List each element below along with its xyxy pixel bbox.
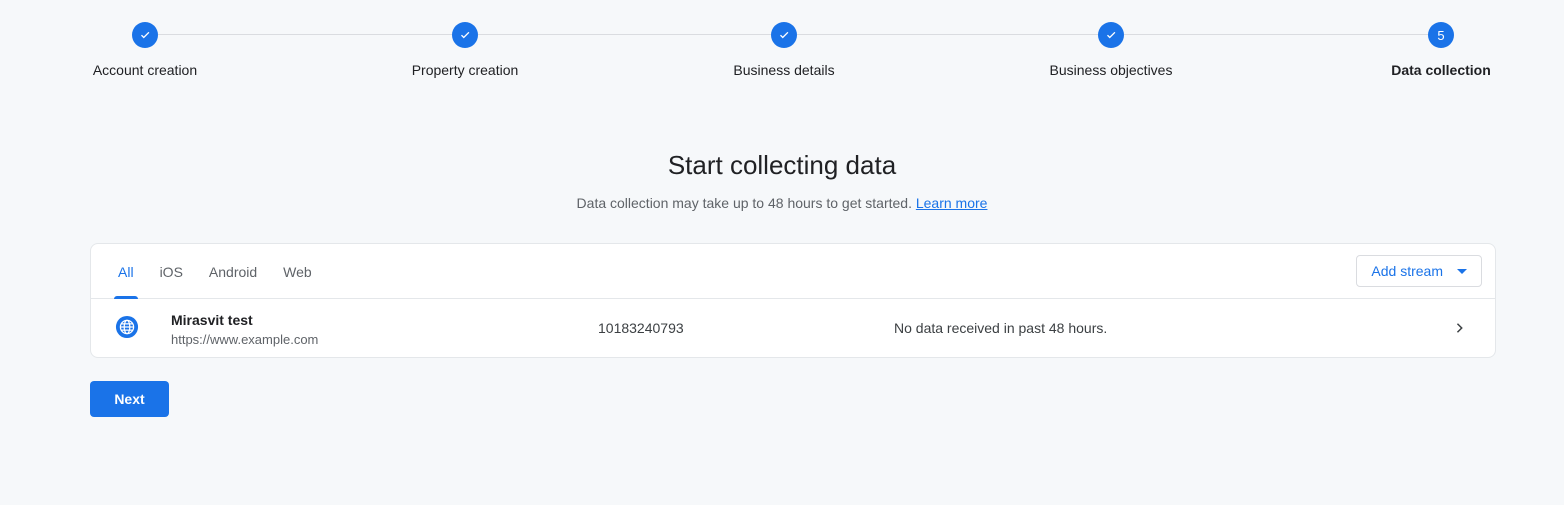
tab-web-label: Web bbox=[283, 263, 312, 280]
tab-android-label: Android bbox=[208, 263, 258, 280]
check-icon bbox=[460, 31, 469, 38]
check-icon bbox=[1106, 31, 1115, 38]
step-2-marker bbox=[452, 22, 478, 48]
add-stream-button[interactable]: Add stream bbox=[1356, 255, 1482, 287]
stream-url: https://www.example.com bbox=[171, 332, 319, 347]
data-collection-page: Account creation Property creation Busin… bbox=[0, 0, 1564, 505]
step-1-label: Account creation bbox=[92, 62, 198, 78]
tab-all[interactable]: All bbox=[105, 244, 147, 299]
tab-android[interactable]: Android bbox=[196, 244, 270, 299]
stream-row[interactable]: Mirasvit test https://www.example.com 10… bbox=[91, 299, 1495, 357]
step-3-label: Business details bbox=[733, 62, 835, 78]
data-streams-card: All iOS Android Web Add stream Mirasvit … bbox=[90, 243, 1496, 358]
stream-type-tabs: All iOS Android Web bbox=[91, 244, 325, 299]
next-button[interactable]: Next bbox=[90, 381, 169, 417]
stream-name: Mirasvit test bbox=[171, 312, 253, 328]
stepper-connector-2 bbox=[478, 34, 771, 35]
step-5-number: 5 bbox=[1437, 27, 1445, 43]
stepper-connector-4 bbox=[1124, 34, 1428, 35]
step-business-objectives[interactable]: Business objectives bbox=[991, 22, 1231, 80]
setup-stepper: Account creation Property creation Busin… bbox=[0, 22, 1564, 102]
page-title: Start collecting data bbox=[667, 150, 897, 180]
tab-ios[interactable]: iOS bbox=[147, 244, 196, 299]
globe-icon bbox=[114, 314, 140, 340]
stepper-connector-1 bbox=[158, 34, 452, 35]
stepper-connector-3 bbox=[797, 34, 1098, 35]
chevron-down-icon bbox=[1457, 268, 1467, 274]
stream-identity: Mirasvit test https://www.example.com bbox=[171, 311, 318, 349]
stream-status: No data received in past 48 hours. bbox=[894, 320, 1108, 336]
chevron-right-icon[interactable] bbox=[1451, 319, 1469, 337]
step-property-creation[interactable]: Property creation bbox=[345, 22, 585, 80]
step-5-label: Data collection bbox=[1391, 62, 1491, 78]
step-4-label: Business objectives bbox=[1049, 62, 1173, 78]
page-subtitle: Data collection may take up to 48 hours … bbox=[0, 193, 1564, 213]
stream-id: 10183240793 bbox=[598, 320, 684, 336]
tab-all-label: All bbox=[118, 263, 134, 280]
card-header: All iOS Android Web Add stream bbox=[91, 244, 1495, 299]
check-icon bbox=[140, 31, 149, 38]
step-data-collection[interactable]: 5 Data collection bbox=[1321, 22, 1561, 80]
step-1-marker bbox=[132, 22, 158, 48]
learn-more-link[interactable]: Learn more bbox=[916, 195, 988, 211]
add-stream-label: Add stream bbox=[1371, 263, 1443, 279]
step-4-marker bbox=[1098, 22, 1124, 48]
page-subtitle-text: Data collection may take up to 48 hours … bbox=[576, 195, 912, 211]
step-5-marker: 5 bbox=[1428, 22, 1454, 48]
tab-web[interactable]: Web bbox=[270, 244, 325, 299]
step-account-creation[interactable]: Account creation bbox=[25, 22, 265, 80]
step-3-marker bbox=[771, 22, 797, 48]
step-2-label: Property creation bbox=[411, 62, 519, 78]
check-icon bbox=[779, 31, 788, 38]
tab-ios-label: iOS bbox=[159, 263, 183, 280]
step-business-details[interactable]: Business details bbox=[664, 22, 904, 80]
